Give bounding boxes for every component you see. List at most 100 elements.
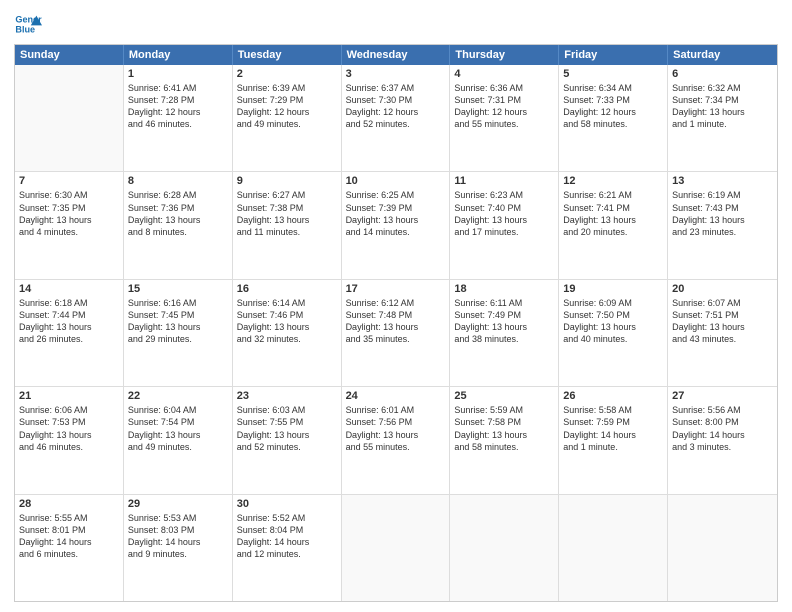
cell-info-line: and 6 minutes. <box>19 548 119 560</box>
cell-info-line: Sunrise: 6:03 AM <box>237 404 337 416</box>
calendar-week-4: 21Sunrise: 6:06 AMSunset: 7:53 PMDayligh… <box>15 386 777 493</box>
cal-cell-empty <box>668 495 777 601</box>
cal-cell-day-27: 27Sunrise: 5:56 AMSunset: 8:00 PMDayligh… <box>668 387 777 493</box>
day-header-sunday: Sunday <box>15 45 124 65</box>
cal-cell-day-24: 24Sunrise: 6:01 AMSunset: 7:56 PMDayligh… <box>342 387 451 493</box>
cell-info-line: and 9 minutes. <box>128 548 228 560</box>
cell-info-line: Sunrise: 6:32 AM <box>672 82 773 94</box>
cal-cell-day-22: 22Sunrise: 6:04 AMSunset: 7:54 PMDayligh… <box>124 387 233 493</box>
day-number: 2 <box>237 68 337 80</box>
day-number: 10 <box>346 175 446 187</box>
logo-icon: General Blue <box>14 10 42 38</box>
cell-info-line: Sunrise: 6:07 AM <box>672 297 773 309</box>
cell-info-line: Sunrise: 6:06 AM <box>19 404 119 416</box>
day-header-monday: Monday <box>124 45 233 65</box>
cell-info-line: Sunset: 7:36 PM <box>128 202 228 214</box>
day-number: 22 <box>128 390 228 402</box>
cell-info-line: Sunset: 7:54 PM <box>128 416 228 428</box>
cell-info-line: Sunset: 7:53 PM <box>19 416 119 428</box>
cell-info-line: Daylight: 13 hours <box>672 321 773 333</box>
cal-cell-day-2: 2Sunrise: 6:39 AMSunset: 7:29 PMDaylight… <box>233 65 342 171</box>
cell-info-line: Sunset: 7:40 PM <box>454 202 554 214</box>
cell-info-line: Sunset: 7:34 PM <box>672 94 773 106</box>
day-number: 24 <box>346 390 446 402</box>
cell-info-line: Daylight: 13 hours <box>237 214 337 226</box>
cell-info-line: and 52 minutes. <box>346 118 446 130</box>
cal-cell-day-17: 17Sunrise: 6:12 AMSunset: 7:48 PMDayligh… <box>342 280 451 386</box>
cell-info-line: Sunset: 7:46 PM <box>237 309 337 321</box>
cell-info-line: Sunset: 7:51 PM <box>672 309 773 321</box>
cell-info-line: and 11 minutes. <box>237 226 337 238</box>
cell-info-line: and 29 minutes. <box>128 333 228 345</box>
cell-info-line: Daylight: 14 hours <box>19 536 119 548</box>
day-number: 12 <box>563 175 663 187</box>
cell-info-line: Sunset: 7:39 PM <box>346 202 446 214</box>
cell-info-line: and 3 minutes. <box>672 441 773 453</box>
day-number: 1 <box>128 68 228 80</box>
cell-info-line: Sunset: 7:45 PM <box>128 309 228 321</box>
cal-cell-day-28: 28Sunrise: 5:55 AMSunset: 8:01 PMDayligh… <box>15 495 124 601</box>
cell-info-line: Sunrise: 5:53 AM <box>128 512 228 524</box>
cell-info-line: Daylight: 13 hours <box>128 321 228 333</box>
cell-info-line: Sunrise: 6:11 AM <box>454 297 554 309</box>
cell-info-line: Daylight: 13 hours <box>346 321 446 333</box>
cell-info-line: and 1 minute. <box>563 441 663 453</box>
day-number: 7 <box>19 175 119 187</box>
cell-info-line: Sunrise: 6:30 AM <box>19 189 119 201</box>
calendar-week-2: 7Sunrise: 6:30 AMSunset: 7:35 PMDaylight… <box>15 171 777 278</box>
day-number: 6 <box>672 68 773 80</box>
calendar: SundayMondayTuesdayWednesdayThursdayFrid… <box>14 44 778 602</box>
cell-info-line: Daylight: 13 hours <box>19 214 119 226</box>
cell-info-line: Daylight: 12 hours <box>237 106 337 118</box>
cell-info-line: Sunset: 7:50 PM <box>563 309 663 321</box>
cell-info-line: Sunset: 8:00 PM <box>672 416 773 428</box>
day-number: 16 <box>237 283 337 295</box>
cell-info-line: Daylight: 13 hours <box>19 321 119 333</box>
cell-info-line: Daylight: 14 hours <box>563 429 663 441</box>
day-number: 26 <box>563 390 663 402</box>
cell-info-line: Sunrise: 6:14 AM <box>237 297 337 309</box>
cal-cell-day-12: 12Sunrise: 6:21 AMSunset: 7:41 PMDayligh… <box>559 172 668 278</box>
cell-info-line: Sunset: 7:41 PM <box>563 202 663 214</box>
cell-info-line: Daylight: 13 hours <box>128 429 228 441</box>
cell-info-line: Sunrise: 6:23 AM <box>454 189 554 201</box>
day-header-tuesday: Tuesday <box>233 45 342 65</box>
day-number: 18 <box>454 283 554 295</box>
cell-info-line: Sunrise: 5:55 AM <box>19 512 119 524</box>
cal-cell-empty <box>559 495 668 601</box>
cal-cell-empty <box>15 65 124 171</box>
cell-info-line: Sunset: 7:48 PM <box>346 309 446 321</box>
day-number: 20 <box>672 283 773 295</box>
cal-cell-day-5: 5Sunrise: 6:34 AMSunset: 7:33 PMDaylight… <box>559 65 668 171</box>
cell-info-line: and 55 minutes. <box>454 118 554 130</box>
cell-info-line: Sunset: 7:29 PM <box>237 94 337 106</box>
cell-info-line: and 26 minutes. <box>19 333 119 345</box>
cell-info-line: Sunset: 7:33 PM <box>563 94 663 106</box>
cell-info-line: and 12 minutes. <box>237 548 337 560</box>
cell-info-line: Sunset: 8:04 PM <box>237 524 337 536</box>
day-number: 9 <box>237 175 337 187</box>
day-number: 25 <box>454 390 554 402</box>
cell-info-line: Daylight: 14 hours <box>128 536 228 548</box>
cal-cell-day-23: 23Sunrise: 6:03 AMSunset: 7:55 PMDayligh… <box>233 387 342 493</box>
cell-info-line: and 8 minutes. <box>128 226 228 238</box>
cell-info-line: Daylight: 14 hours <box>237 536 337 548</box>
logo: General Blue <box>14 10 44 38</box>
cell-info-line: and 43 minutes. <box>672 333 773 345</box>
cell-info-line: Sunrise: 6:27 AM <box>237 189 337 201</box>
cell-info-line: and 46 minutes. <box>128 118 228 130</box>
cell-info-line: Sunrise: 6:09 AM <box>563 297 663 309</box>
cal-cell-day-18: 18Sunrise: 6:11 AMSunset: 7:49 PMDayligh… <box>450 280 559 386</box>
day-number: 5 <box>563 68 663 80</box>
cell-info-line: and 17 minutes. <box>454 226 554 238</box>
cell-info-line: Sunset: 7:30 PM <box>346 94 446 106</box>
cell-info-line: Daylight: 13 hours <box>19 429 119 441</box>
day-number: 11 <box>454 175 554 187</box>
cell-info-line: and 20 minutes. <box>563 226 663 238</box>
cal-cell-day-9: 9Sunrise: 6:27 AMSunset: 7:38 PMDaylight… <box>233 172 342 278</box>
cal-cell-day-21: 21Sunrise: 6:06 AMSunset: 7:53 PMDayligh… <box>15 387 124 493</box>
cell-info-line: and 52 minutes. <box>237 441 337 453</box>
cell-info-line: Sunset: 7:35 PM <box>19 202 119 214</box>
day-number: 27 <box>672 390 773 402</box>
day-header-saturday: Saturday <box>668 45 777 65</box>
